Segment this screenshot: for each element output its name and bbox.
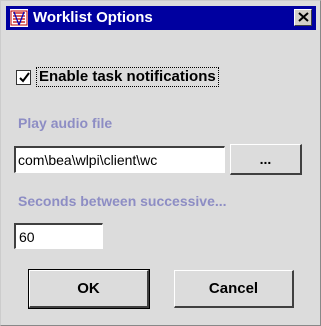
- cancel-button[interactable]: Cancel: [174, 270, 294, 308]
- close-button[interactable]: [294, 9, 312, 26]
- ok-button[interactable]: OK: [28, 269, 150, 309]
- enable-notifications-checkbox[interactable]: [16, 70, 31, 85]
- enable-notifications-label[interactable]: Enable task notifications: [36, 67, 219, 87]
- close-icon: [298, 12, 309, 22]
- worklist-options-dialog: Worklist Options Enable task notificatio…: [0, 0, 321, 326]
- seconds-between-label: Seconds between successive...: [18, 193, 227, 209]
- checkmark-icon: [19, 72, 30, 83]
- title-bar[interactable]: Worklist Options: [6, 6, 316, 30]
- play-audio-file-label: Play audio file: [18, 115, 113, 131]
- audio-file-path-input[interactable]: [14, 146, 225, 173]
- app-icon: [10, 9, 28, 27]
- window-title: Worklist Options: [33, 9, 153, 26]
- browse-button[interactable]: ...: [230, 144, 302, 175]
- seconds-input[interactable]: [14, 223, 103, 249]
